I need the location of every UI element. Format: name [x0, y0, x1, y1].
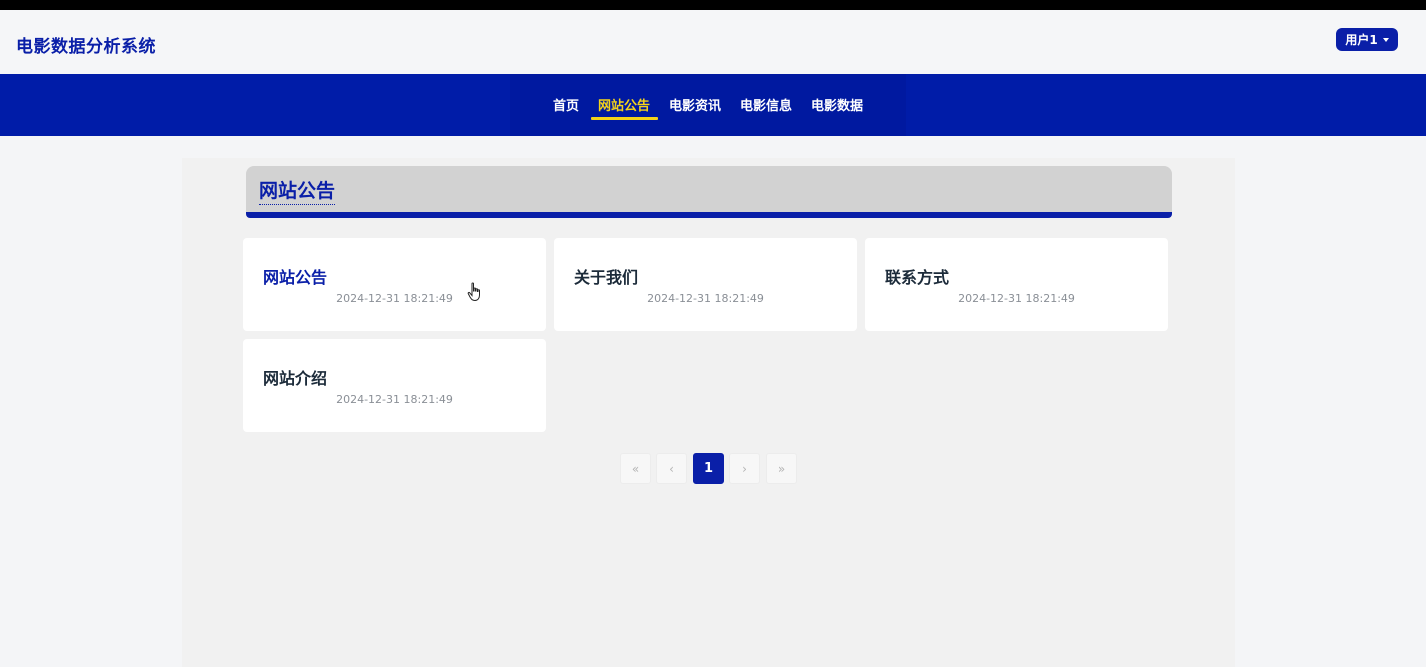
announcement-card[interactable]: 联系方式 2024-12-31 18:21:49 — [865, 238, 1168, 331]
nav-item-movie-news[interactable]: 电影资讯 — [669, 95, 721, 114]
pagination-next-button[interactable]: › — [729, 453, 760, 484]
pagination-first-button[interactable]: « — [620, 453, 651, 484]
card-title: 关于我们 — [574, 268, 639, 287]
announcement-card[interactable]: 关于我们 2024-12-31 18:21:49 — [554, 238, 857, 331]
nav-item-movie-data[interactable]: 电影数据 — [811, 95, 863, 114]
nav-item-movie-info[interactable]: 电影信息 — [740, 95, 792, 114]
card-date: 2024-12-31 18:21:49 — [336, 393, 453, 406]
site-title: 电影数据分析系统 — [16, 37, 156, 57]
nav-item-announcements[interactable]: 网站公告 — [598, 95, 650, 114]
site-header: 电影数据分析系统 用户1 — [0, 10, 1426, 74]
pagination-page-button[interactable]: 1 — [693, 453, 724, 484]
main-nav: 首页 网站公告 电影资讯 电影信息 电影数据 — [0, 74, 1426, 136]
card-date: 2024-12-31 18:21:49 — [647, 292, 764, 305]
announcement-card[interactable]: 网站公告 2024-12-31 18:21:49 — [243, 238, 546, 331]
card-date: 2024-12-31 18:21:49 — [958, 292, 1075, 305]
card-date: 2024-12-31 18:21:49 — [336, 292, 453, 305]
announcement-card[interactable]: 网站介绍 2024-12-31 18:21:49 — [243, 339, 546, 432]
card-title: 网站公告 — [263, 268, 328, 287]
window-top-bar — [0, 0, 1426, 10]
user-menu-button[interactable]: 用户1 — [1336, 28, 1398, 51]
pagination-last-button[interactable]: » — [766, 453, 797, 484]
hand-cursor-icon — [467, 282, 480, 302]
section-title: 网站公告 — [259, 176, 336, 205]
caret-down-icon — [1382, 37, 1389, 42]
pagination-prev-button[interactable]: ‹ — [656, 453, 687, 484]
nav-item-home[interactable]: 首页 — [553, 95, 579, 114]
card-title: 网站介绍 — [263, 369, 328, 388]
nav-active-indicator — [591, 117, 658, 120]
card-title: 联系方式 — [885, 268, 950, 287]
section-header: 网站公告 — [246, 166, 1172, 218]
user-menu-label: 用户1 — [1345, 33, 1378, 47]
